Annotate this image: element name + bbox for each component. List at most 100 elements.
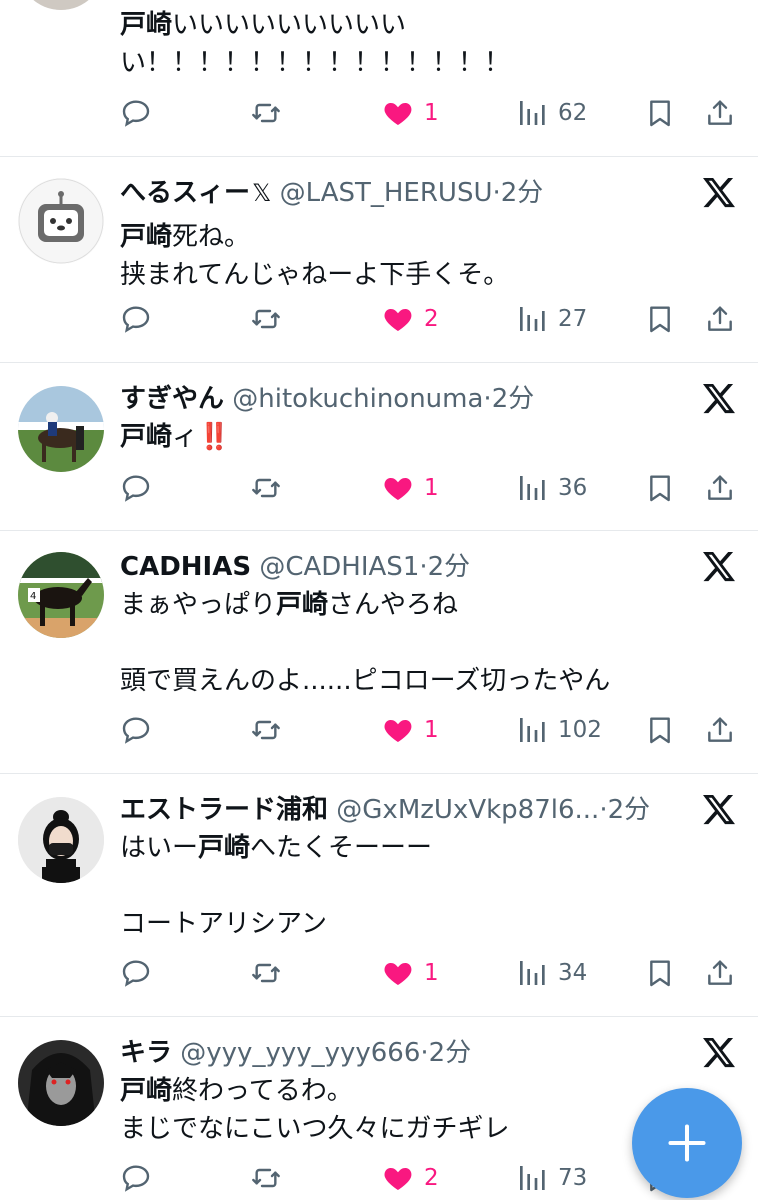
timestamp[interactable]: 2分	[501, 178, 544, 208]
like-button[interactable]: 1	[382, 93, 439, 133]
display-name[interactable]: エストラード浦和	[120, 795, 328, 825]
timestamp[interactable]: 2分	[428, 552, 471, 582]
display-name[interactable]: すぎやん	[120, 384, 224, 414]
tweet-text: 戸崎いいいいいいいいい い！！！！！！！！！！！！！！	[120, 10, 511, 78]
views-icon	[516, 472, 548, 504]
highlight-term: 戸崎	[120, 222, 173, 252]
display-name[interactable]: キラ	[120, 1038, 172, 1068]
bookmark-icon	[644, 472, 676, 504]
share-button[interactable]	[704, 468, 736, 508]
double-exclamation-emoji: ‼️	[198, 422, 231, 452]
reply-button[interactable]	[120, 299, 152, 339]
views-count: 36	[558, 475, 588, 501]
timestamp[interactable]: 2分	[492, 384, 535, 414]
avatar[interactable]: 4	[18, 552, 104, 638]
avatar[interactable]	[18, 386, 104, 472]
reply-button[interactable]	[120, 710, 152, 750]
like-button[interactable]: 1	[382, 710, 439, 750]
views-button[interactable]: 27	[516, 299, 587, 339]
views-count: 34	[558, 960, 588, 986]
bookmark-button[interactable]	[644, 93, 676, 133]
reply-button[interactable]	[120, 468, 152, 508]
views-button[interactable]: 73	[516, 1158, 587, 1198]
views-button[interactable]: 62	[516, 93, 587, 133]
bookmark-button[interactable]	[644, 468, 676, 508]
tweet[interactable]: 4 CADHIAS @CADHIAS1·2分 まぁやっぱり戸崎さんやろね 頭で買…	[0, 530, 758, 774]
user-handle[interactable]: @LAST_HERUSU	[280, 178, 493, 208]
views-count: 73	[558, 1165, 588, 1191]
timestamp[interactable]: 2分	[608, 795, 651, 825]
action-bar: 1 62	[120, 93, 740, 133]
tweet[interactable]: へるスィー𝕏 @LAST_HERUSU·2分 戸崎死ね。 挟まれてんじゃねーよ下…	[0, 156, 758, 363]
action-bar: 1 102	[120, 710, 740, 750]
action-bar: 1 34	[120, 953, 740, 993]
views-icon	[516, 957, 548, 989]
reply-button[interactable]	[120, 953, 152, 993]
user-handle[interactable]: @yyy_yyy_yyy666	[180, 1038, 420, 1068]
retweet-button[interactable]	[250, 710, 282, 750]
share-button[interactable]	[704, 710, 736, 750]
bookmark-button[interactable]	[644, 299, 676, 339]
display-name[interactable]: へるスィー	[120, 178, 250, 208]
bookmark-button[interactable]	[644, 710, 676, 750]
tweet-partial[interactable]: 戸崎いいいいいいいいい い！！！！！！！！！！！！！！ 1 62	[0, 0, 758, 157]
share-button[interactable]	[704, 953, 736, 993]
avatar[interactable]	[18, 0, 104, 10]
like-count: 1	[424, 475, 439, 501]
action-bar: 1 36	[120, 468, 740, 508]
bookmark-button[interactable]	[644, 953, 676, 993]
like-button[interactable]: 2	[382, 1158, 439, 1198]
share-button[interactable]	[704, 299, 736, 339]
views-button[interactable]: 36	[516, 468, 587, 508]
x-logo-icon[interactable]	[700, 380, 738, 418]
views-button[interactable]: 102	[516, 710, 602, 750]
like-count: 1	[424, 717, 439, 743]
bookmark-icon	[644, 97, 676, 129]
retweet-button[interactable]	[250, 299, 282, 339]
like-button[interactable]: 1	[382, 953, 439, 993]
tweet-text: はいー戸崎へたくそーーー コートアリシアン	[120, 833, 433, 939]
views-count: 27	[558, 306, 588, 332]
x-logo-icon[interactable]	[700, 1034, 738, 1072]
views-icon	[516, 303, 548, 335]
retweet-button[interactable]	[250, 1158, 282, 1198]
display-name[interactable]: CADHIAS	[120, 552, 251, 582]
reply-icon	[120, 1162, 152, 1194]
reply-button[interactable]	[120, 1158, 152, 1198]
reply-button[interactable]	[120, 93, 152, 133]
retweet-button[interactable]	[250, 953, 282, 993]
retweet-button[interactable]	[250, 93, 282, 133]
reply-icon	[120, 97, 152, 129]
compose-button[interactable]	[632, 1088, 742, 1198]
user-handle[interactable]: @hitokuchinonuma	[232, 384, 483, 414]
views-count: 102	[558, 717, 602, 743]
reply-icon	[120, 714, 152, 746]
retweet-icon	[250, 303, 282, 335]
plus-icon	[668, 1124, 706, 1162]
avatar[interactable]	[18, 1040, 104, 1126]
like-button[interactable]: 1	[382, 468, 439, 508]
share-button[interactable]	[704, 93, 736, 133]
tweet[interactable]: すぎやん @hitokuchinonuma·2分 戸崎ィ‼️ 1 36	[0, 362, 758, 531]
like-count: 2	[424, 306, 439, 332]
x-logo-icon[interactable]	[700, 548, 738, 586]
tweet[interactable]: エストラード浦和 @GxMzUxVkp87l6...·2分 はいー戸崎へたくそー…	[0, 773, 758, 1017]
avatar[interactable]	[18, 178, 104, 264]
x-logo-icon[interactable]	[700, 791, 738, 829]
retweet-button[interactable]	[250, 468, 282, 508]
tweet-header: キラ @yyy_yyy_yyy666·2分	[120, 1038, 472, 1068]
share-icon	[704, 303, 736, 335]
heart-icon	[382, 957, 414, 989]
views-icon	[516, 97, 548, 129]
retweet-icon	[250, 1162, 282, 1194]
avatar[interactable]	[18, 797, 104, 883]
views-button[interactable]: 34	[516, 953, 587, 993]
retweet-icon	[250, 97, 282, 129]
x-logo-icon[interactable]	[700, 174, 738, 212]
heart-icon	[382, 714, 414, 746]
reply-icon	[120, 472, 152, 504]
timestamp[interactable]: 2分	[429, 1038, 472, 1068]
user-handle[interactable]: @CADHIAS1	[259, 552, 419, 582]
like-button[interactable]: 2	[382, 299, 439, 339]
user-handle[interactable]: @GxMzUxVkp87l6...	[336, 795, 599, 825]
